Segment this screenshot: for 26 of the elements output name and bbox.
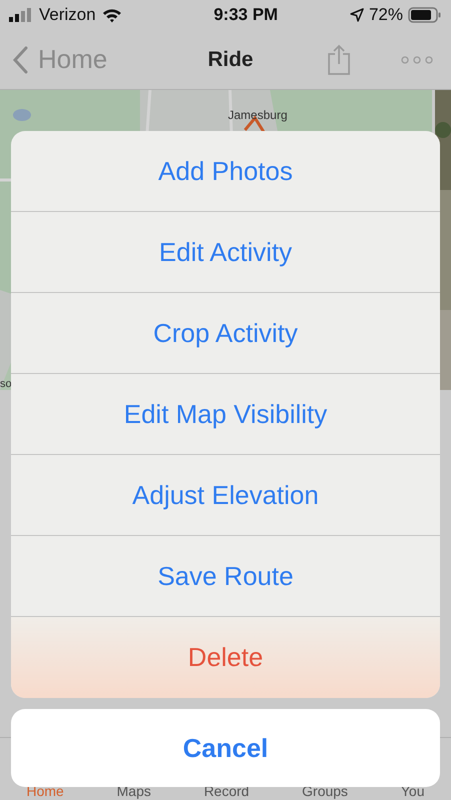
battery-percent: 72% xyxy=(368,4,403,26)
tab-item[interactable]: Maps xyxy=(116,784,151,799)
back-button[interactable]: Home xyxy=(12,40,162,79)
action-item[interactable]: Crop Activity xyxy=(11,293,440,374)
map-label: Jamesburg xyxy=(228,107,288,124)
tab-item[interactable]: Record xyxy=(204,784,250,799)
signal-icon xyxy=(9,8,33,22)
action-item[interactable]: Delete xyxy=(11,617,440,698)
screen-title: Ride xyxy=(206,46,254,73)
tab-item[interactable]: You xyxy=(400,784,424,799)
action-item[interactable]: Edit Map Visibility xyxy=(11,374,440,455)
action-item[interactable]: Edit Activity xyxy=(11,212,440,293)
chevron-left-icon xyxy=(12,46,28,74)
action-item[interactable]: Add Photos xyxy=(11,131,440,212)
wifi-icon xyxy=(102,8,122,22)
map-label: so xyxy=(0,377,12,392)
share-icon[interactable] xyxy=(327,44,351,76)
more-icon[interactable] xyxy=(401,56,433,64)
tab-item[interactable]: Home xyxy=(26,784,64,799)
tab-item[interactable]: Groups xyxy=(302,784,348,799)
action-item[interactable]: Adjust Elevation xyxy=(11,455,440,536)
location-arrow-icon xyxy=(350,8,364,22)
clock-time: 9:33 PM xyxy=(214,4,278,26)
cancel-button[interactable]: Cancel xyxy=(11,709,440,787)
battery-icon xyxy=(408,7,442,23)
carrier-name: Verizon xyxy=(39,4,96,26)
